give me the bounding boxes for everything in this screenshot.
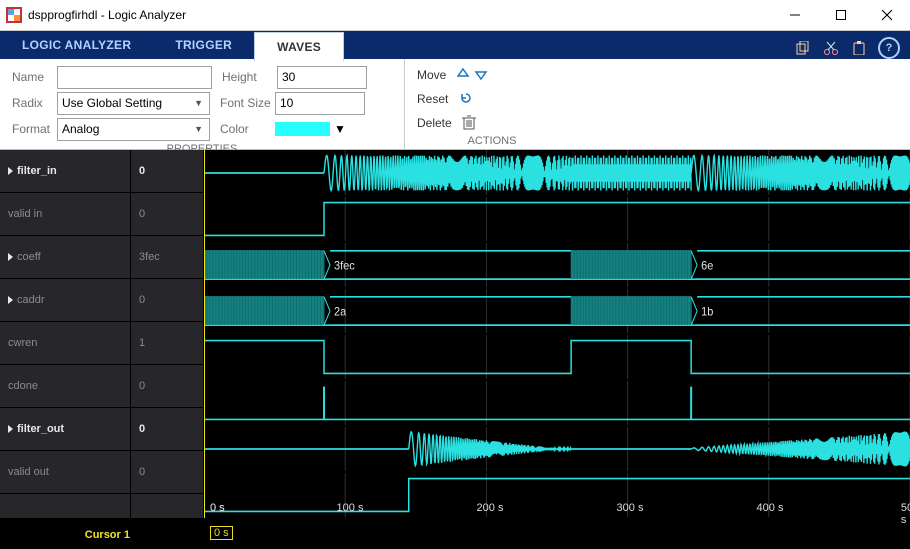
cursor-value-box[interactable]: 0 s: [210, 526, 233, 540]
label-delete: Delete: [417, 116, 452, 130]
signal-name-cwren[interactable]: cwren: [0, 322, 130, 365]
signal-value-coeff: 3fec: [131, 236, 203, 279]
cut-icon[interactable]: [822, 39, 840, 57]
label-move: Move: [417, 68, 446, 82]
signal-value-filter_out: 0: [131, 408, 203, 451]
signal-value-valid-out: 0: [131, 451, 203, 494]
tab-logic-analyzer[interactable]: LOGIC ANALYZER: [0, 31, 153, 59]
tab-waves[interactable]: WAVES: [254, 32, 344, 61]
label-fontsize: Font Size: [220, 96, 275, 110]
window-title: dspprogfirhdl - Logic Analyzer: [28, 8, 186, 22]
svg-text:3fec: 3fec: [334, 260, 355, 273]
radix-select[interactable]: Use Global Setting ▼: [57, 92, 210, 115]
svg-text:1b: 1b: [701, 306, 713, 319]
window-maximize-button[interactable]: [818, 0, 864, 30]
svg-text:2a: 2a: [334, 306, 347, 319]
time-tick-3: 300 s: [617, 502, 644, 514]
ribbon-group-properties: Name Height Radix Use Global Setting ▼ Fo…: [0, 59, 405, 149]
color-select[interactable]: ▼: [275, 122, 346, 136]
signal-name-filter_in[interactable]: filter_in: [0, 150, 130, 193]
signal-value-filter_in: 0: [131, 150, 203, 193]
signal-value-cwren: 1: [131, 322, 203, 365]
signal-name-valid-out[interactable]: valid out: [0, 451, 130, 494]
chevron-down-icon: ▼: [334, 122, 346, 136]
time-tick-4: 400 s: [757, 502, 784, 514]
name-input[interactable]: [57, 66, 212, 89]
window-close-button[interactable]: [864, 0, 910, 30]
ribbon: Name Height Radix Use Global Setting ▼ Fo…: [0, 59, 910, 150]
height-input[interactable]: [277, 66, 367, 89]
ribbon-group-actions: Move Reset Delete ACTIONS: [405, 59, 579, 149]
caret-right-icon: [8, 167, 13, 175]
signal-name-caddr[interactable]: caddr: [0, 279, 130, 322]
label-name: Name: [12, 70, 57, 84]
move-action: Move: [417, 63, 567, 87]
chevron-down-icon: ▼: [190, 98, 207, 108]
waveform-plot[interactable]: 3fec6ed62a1bc: [204, 150, 910, 518]
group-title-actions: ACTIONS: [417, 135, 567, 147]
svg-text:6e: 6e: [701, 260, 713, 273]
trash-icon: [462, 114, 476, 133]
caret-right-icon: [8, 296, 13, 304]
cursor-name[interactable]: Cursor 1: [0, 518, 138, 549]
color-swatch: [275, 122, 330, 136]
copy-icon[interactable]: [794, 39, 812, 57]
time-tick-1: 100 s: [337, 502, 364, 514]
time-tick-0b: 0 s: [210, 502, 225, 514]
time-tick-5: 500 s: [901, 502, 910, 526]
cursor-line[interactable]: [204, 150, 205, 518]
label-color: Color: [220, 122, 275, 136]
signal-name-valid-in[interactable]: valid in: [0, 193, 130, 236]
signal-name-coeff[interactable]: coeff: [0, 236, 130, 279]
tab-trigger[interactable]: TRIGGER: [153, 31, 254, 59]
signal-value-caddr: 0: [131, 279, 203, 322]
caret-right-icon: [8, 253, 13, 261]
waveform-area: filter_invalid incoeffcaddrcwrencdonefil…: [0, 150, 910, 518]
signal-values-column: 003fec01000: [131, 150, 204, 518]
label-reset: Reset: [417, 92, 448, 106]
format-select[interactable]: Analog ▼: [57, 118, 210, 141]
timeline: Cursor 1 0 s 0 s 100 s200 s300 s400 s500…: [0, 518, 910, 549]
move-up-button[interactable]: [456, 67, 470, 84]
chevron-down-icon: ▼: [190, 124, 207, 134]
signal-value-valid-in: 0: [131, 193, 203, 236]
toolstrip-tabbar: LOGIC ANALYZER TRIGGER WAVES ?: [0, 31, 910, 59]
time-tick-2: 200 s: [477, 502, 504, 514]
paste-icon[interactable]: [850, 39, 868, 57]
signal-name-cdone[interactable]: cdone: [0, 365, 130, 408]
label-radix: Radix: [12, 96, 57, 110]
help-icon[interactable]: ?: [878, 37, 900, 59]
radix-value: Use Global Setting: [62, 96, 162, 110]
window-minimize-button[interactable]: [772, 0, 818, 30]
delete-button[interactable]: Delete: [417, 111, 567, 135]
format-value: Analog: [62, 122, 99, 136]
signal-names-column: filter_invalid incoeffcaddrcwrencdonefil…: [0, 150, 131, 518]
reset-icon: [458, 90, 474, 109]
signal-name-filter_out[interactable]: filter_out: [0, 408, 130, 451]
app-icon: [6, 7, 22, 23]
signal-value-cdone: 0: [131, 365, 203, 408]
window-titlebar: dspprogfirhdl - Logic Analyzer: [0, 0, 910, 31]
label-height: Height: [222, 70, 277, 84]
reset-button[interactable]: Reset: [417, 87, 567, 111]
label-format: Format: [12, 122, 57, 136]
move-down-button[interactable]: [474, 67, 488, 84]
caret-right-icon: [8, 425, 13, 433]
fontsize-input[interactable]: [275, 92, 365, 115]
